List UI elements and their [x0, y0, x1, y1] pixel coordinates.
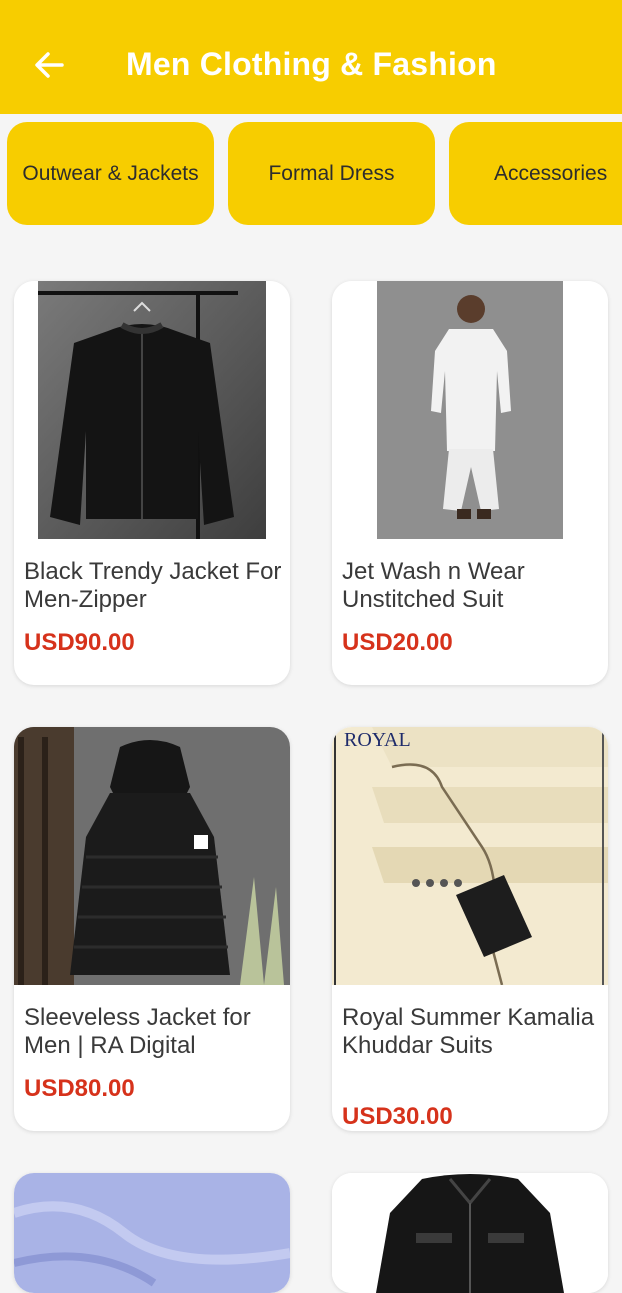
product-title: Black Trendy Jacket For Men-Zipper — [24, 558, 282, 613]
category-chip-formal-dress[interactable]: Formal Dress — [228, 122, 435, 225]
product-image — [14, 1173, 290, 1293]
category-chip-accessories[interactable]: Accessories — [449, 122, 622, 225]
product-title: Sleeveless Jacket for Men | RA Digital — [24, 1004, 251, 1059]
product-image — [14, 281, 290, 539]
product-image: ROYAL — [332, 727, 608, 985]
product-title: Royal Summer Kamalia Khuddar Suits — [342, 1004, 595, 1059]
product-image — [332, 281, 608, 539]
product-image — [14, 727, 290, 985]
brand-logo: ROYAL — [344, 729, 411, 751]
product-card[interactable] — [332, 1173, 608, 1293]
product-price: USD80.00 — [24, 1075, 135, 1102]
page-title: Men Clothing & Fashion — [126, 46, 497, 82]
product-card[interactable]: ROYAL Royal Summer Kamalia Khuddar Suits… — [332, 727, 608, 1131]
product-card[interactable] — [14, 1173, 290, 1293]
category-chips: Outwear & Jackets Formal Dress Accessori… — [0, 122, 622, 226]
category-chip-outwear[interactable]: Outwear & Jackets — [7, 122, 214, 225]
product-price: USD30.00 — [342, 1103, 453, 1130]
product-title: Jet Wash n Wear Unstitched Suit — [342, 558, 525, 613]
product-price: USD90.00 — [24, 629, 135, 656]
app-bar: Men Clothing & Fashion — [0, 0, 622, 114]
product-price: USD20.00 — [342, 629, 453, 656]
arrow-left-icon — [35, 52, 64, 78]
product-image — [332, 1173, 608, 1293]
product-card[interactable]: Jet Wash n Wear Unstitched Suit USD20.00 — [332, 281, 608, 685]
product-card[interactable]: Sleeveless Jacket for Men | RA Digital U… — [14, 727, 290, 1131]
product-card[interactable]: Black Trendy Jacket For Men-Zipper USD90… — [14, 281, 290, 685]
back-button[interactable] — [28, 44, 70, 86]
